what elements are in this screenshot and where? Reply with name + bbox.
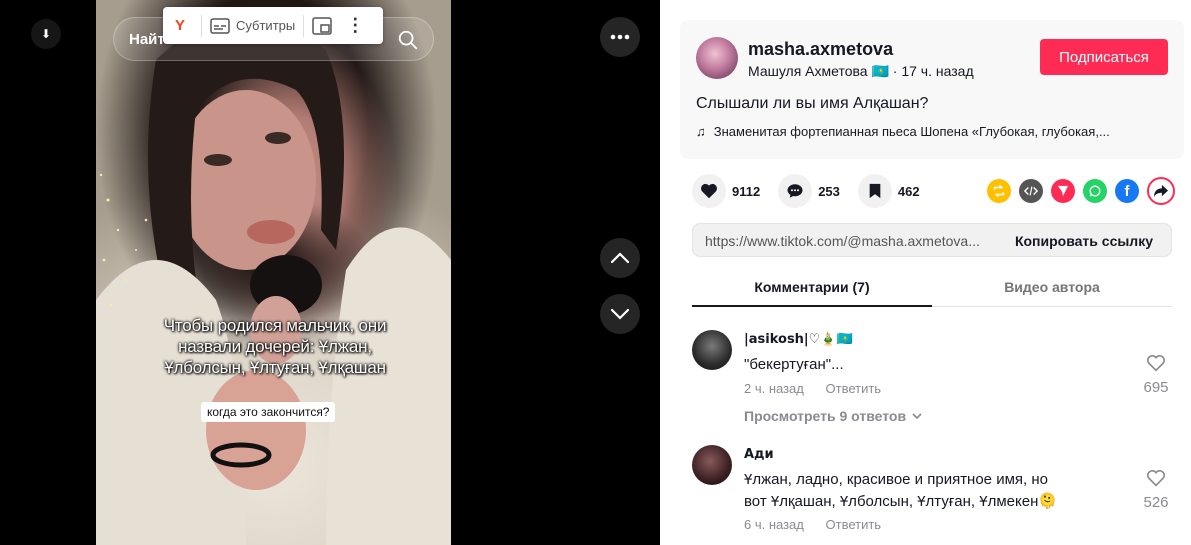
author-username[interactable]: masha.axmetova [748,39,893,60]
search-label: Найт [129,31,165,48]
next-video-button[interactable] [600,294,640,334]
video-player[interactable]: Найт Чтобы родился мальчик, они назвали … [96,0,451,545]
video-subcaption: когда это закончится? [201,402,336,422]
panel-tabs: Комментарии (7) Видео автора [692,272,1172,307]
arrow-down-icon: ⬇ [40,27,52,41]
music-link[interactable]: ♫ Знаменитая фортепианная пьеса Шопена «… [696,124,1166,139]
video-background [96,17,451,545]
comment-button[interactable]: 253 [778,174,840,208]
comment-time: 2 ч. назад [744,381,804,396]
commenter-avatar[interactable] [692,445,732,485]
toolbar-divider [201,14,202,37]
like-count: 9112 [732,183,761,199]
subtitles-button[interactable]: Субтитры [210,17,296,34]
heart-outline-icon [1146,355,1166,372]
author-card: masha.axmetova Машуля Ахметова 🇰🇿 · 17 ч… [680,20,1184,159]
comment-meta: 6 ч. назад Ответить [744,517,881,532]
author-info-line: Машуля Ахметова 🇰🇿 · 17 ч. назад [748,63,974,80]
view-replies-button[interactable]: Просмотреть 9 ответов [744,408,922,424]
facebook-f-glyph: f [1124,182,1130,200]
view-replies-label: Просмотреть 9 ответов [744,408,907,424]
send-icon[interactable] [1051,179,1075,203]
like-button[interactable]: 9112 [692,174,760,208]
commenter-name[interactable]: |asikosh|♡🎍🇰🇿 [744,332,853,347]
comment-like-button[interactable]: 526 [1140,469,1172,511]
close-video-button[interactable]: ⬇ [31,19,61,49]
comment-time: 6 ч. назад [744,517,804,532]
comment-count: 253 [818,183,840,199]
subtitles-label: Субтитры [236,18,296,33]
commenter-avatar[interactable] [692,330,732,370]
reply-button[interactable]: Ответить [826,381,882,396]
heart-icon [692,174,726,208]
tab-author-videos[interactable]: Видео автора [932,279,1172,295]
save-button[interactable]: 462 [857,174,920,208]
repost-icon[interactable] [987,179,1011,203]
yandex-logo-icon[interactable]: Y [167,12,193,39]
comment-text: Ұлжан, ладно, красивое и приятное имя, н… [744,471,1058,510]
heart-outline-icon [1146,470,1166,487]
tab-comments[interactable]: Комментарии (7) [692,279,932,295]
facebook-icon[interactable]: f [1115,179,1139,203]
picture-in-picture-icon[interactable] [312,16,332,35]
follow-button[interactable]: Подписаться [1040,39,1168,75]
save-count: 462 [897,183,920,199]
post-time: 17 ч. назад [901,63,974,79]
chevron-up-icon [610,252,630,264]
details-panel: masha.axmetova Машуля Ахметова 🇰🇿 · 17 ч… [660,0,1191,545]
music-title: Знаменитая фортепианная пьеса Шопена «Гл… [713,124,1110,139]
video-link[interactable]: https://www.tiktok.com/@masha.axmetova..… [705,233,1000,249]
reply-button[interactable]: Ответить [826,517,882,532]
video-caption: Чтобы родился мальчик, они назвали дочер… [163,316,387,377]
comment-like-button[interactable]: 695 [1140,354,1172,396]
commenter-name[interactable]: Ади [744,447,774,462]
info-separator: · [892,63,898,79]
search-icon[interactable] [397,29,419,51]
chevron-down-icon [912,412,922,419]
more-dots-icon [610,34,630,40]
previous-video-button[interactable] [600,238,640,278]
yandex-video-toolbar: Y Субтитры ⋮ [163,7,383,44]
whatsapp-icon[interactable] [1083,179,1107,203]
share-more-icon[interactable] [1147,177,1175,205]
author-avatar[interactable] [696,37,738,79]
comment-meta: 2 ч. назад Ответить [744,381,881,396]
toolbar-more-icon[interactable]: ⋮ [346,15,364,36]
embed-icon[interactable] [1019,179,1043,203]
subtitles-icon [210,17,230,34]
copy-link-button[interactable]: Копировать ссылку [1015,233,1153,249]
author-nickname[interactable]: Машуля Ахметова 🇰🇿 [748,63,889,79]
post-description: Слышали ли вы имя Алқашан? [696,95,929,112]
share-options: f [987,177,1175,205]
comment-like-count: 695 [1143,379,1169,396]
chevron-down-icon [610,308,630,320]
video-area: ⬇ Найт Чтобы родился мальчик, они назвал… [0,0,660,545]
music-note-icon: ♫ [696,124,706,139]
bookmark-icon [857,174,892,208]
comment-text: "бекертуған"... [744,356,844,373]
toolbar-divider [303,14,305,37]
active-tab-indicator [692,305,932,307]
engagement-actions: 9112 253 462 [692,174,938,208]
comment-icon [778,174,813,208]
copy-link-box: https://www.tiktok.com/@masha.axmetova..… [692,223,1172,257]
more-options-button[interactable] [600,17,640,57]
comment-like-count: 526 [1143,494,1169,511]
